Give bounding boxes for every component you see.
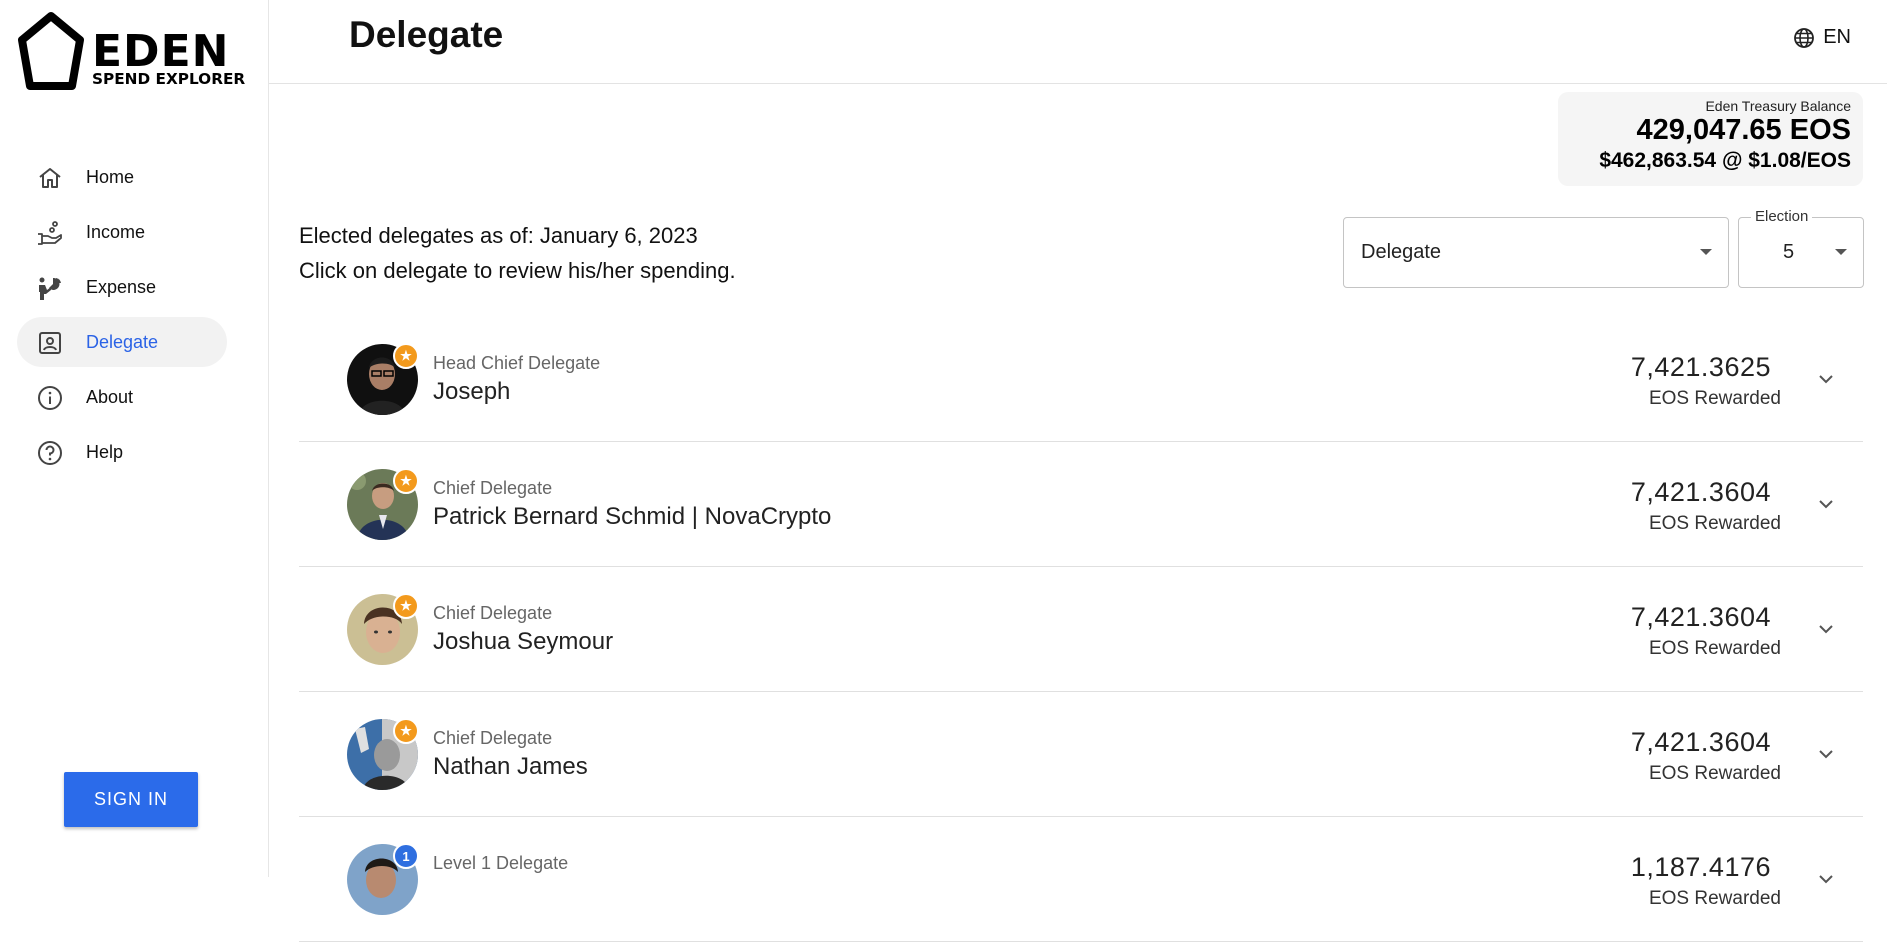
level-badge-icon: 1: [393, 843, 419, 869]
home-icon: [39, 168, 61, 188]
sidebar-item-label: Help: [86, 441, 124, 462]
info-icon: [38, 386, 62, 410]
sidebar-item-delegate[interactable]: Delegate: [17, 317, 227, 367]
reward-label: EOS Rewarded: [1648, 388, 1781, 409]
reward-label: EOS Rewarded: [1648, 888, 1781, 909]
treasury-balance-card: Eden Treasury Balance 429,047.65 EOS $46…: [1558, 92, 1863, 186]
delegate-role: Head Chief Delegate: [433, 353, 601, 373]
delegate-role: Chief Delegate: [433, 728, 553, 748]
view-select[interactable]: Delegate: [1343, 217, 1729, 288]
reward-amount: 7,421.3604: [1630, 477, 1771, 507]
delegate-role: Chief Delegate: [433, 603, 553, 623]
treasury-label: Eden Treasury Balance: [1705, 98, 1851, 114]
delegate-list: ★ Head Chief Delegate Joseph 7,421.3625 …: [299, 317, 1863, 942]
sidebar-item-label: Delegate: [86, 331, 159, 352]
sidebar-item-about[interactable]: About: [17, 372, 227, 422]
income-icon: [38, 221, 62, 245]
delegate-role: Level 1 Delegate: [433, 853, 569, 873]
star-badge-icon: ★: [393, 468, 419, 494]
reward-label: EOS Rewarded: [1648, 513, 1781, 534]
star-badge-icon: ★: [393, 343, 419, 369]
caret-down-icon: [1700, 249, 1712, 255]
chevron-down-icon[interactable]: [1817, 370, 1835, 388]
delegate-row[interactable]: ★ Chief Delegate Nathan James 7,421.3604…: [299, 692, 1863, 817]
brand-subtitle: SPEND EXPLORER: [92, 70, 246, 88]
sidebar-item-home[interactable]: Home: [17, 152, 227, 202]
top-header: Delegate EN: [269, 0, 1887, 84]
eden-logo[interactable]: EDEN SPEND EXPLORER: [16, 10, 246, 94]
language-selector[interactable]: EN: [1793, 26, 1851, 49]
page-title: Delegate: [349, 14, 504, 55]
star-badge-icon: ★: [393, 593, 419, 619]
sidebar-item-label: About: [86, 386, 134, 407]
chevron-down-icon[interactable]: [1817, 870, 1835, 888]
caret-down-icon: [1835, 249, 1847, 255]
election-select-value: 5: [1783, 241, 1795, 263]
delegate-icon: [39, 332, 61, 354]
delegate-name: Nathan James: [433, 753, 588, 780]
sidebar-item-income[interactable]: Income: [17, 207, 227, 257]
delegate-name: Patrick Bernard Schmid | NovaCrypto: [433, 503, 832, 530]
sidebar: EDEN SPEND EXPLORER Home Income Expense …: [0, 0, 269, 877]
chevron-down-icon[interactable]: [1817, 745, 1835, 763]
help-icon: [38, 441, 62, 465]
delegate-row[interactable]: ★ Chief Delegate Patrick Bernard Schmid …: [299, 442, 1863, 567]
reward-amount: 7,421.3604: [1630, 727, 1771, 757]
sidebar-item-label: Home: [86, 166, 135, 187]
brand-name: EDEN: [92, 26, 230, 77]
sidebar-nav: Home Income Expense Delegate About Help: [17, 152, 227, 482]
delegate-row[interactable]: 1 Level 1 Delegate 1,187.4176 EOS Reward…: [299, 817, 1863, 942]
sidebar-item-help[interactable]: Help: [17, 427, 227, 477]
treasury-eos: 429,047.65 EOS: [1636, 114, 1851, 146]
reward-amount: 7,421.3625: [1630, 352, 1771, 382]
chevron-down-icon[interactable]: [1817, 495, 1835, 513]
reward-amount: 1,187.4176: [1630, 852, 1771, 882]
sidebar-item-label: Expense: [86, 276, 157, 297]
elected-date-text: Elected delegates as of: January 6, 2023: [299, 223, 698, 248]
expense-icon: [39, 277, 61, 300]
sign-in-button[interactable]: SIGN IN: [64, 772, 198, 827]
delegate-role: Chief Delegate: [433, 478, 553, 498]
view-select-value: Delegate: [1361, 241, 1442, 263]
election-select[interactable]: Election 5: [1738, 208, 1864, 288]
delegate-name: Joseph: [433, 378, 511, 405]
globe-icon: [1794, 27, 1815, 48]
election-label: Election: [1751, 208, 1813, 225]
reward-label: EOS Rewarded: [1648, 638, 1781, 659]
delegate-name: Joshua Seymour: [433, 628, 614, 655]
reward-label: EOS Rewarded: [1648, 763, 1781, 784]
delegate-row[interactable]: ★ Head Chief Delegate Joseph 7,421.3625 …: [299, 317, 1863, 442]
instruction-text: Click on delegate to review his/her spen…: [299, 258, 736, 283]
star-badge-icon: ★: [393, 718, 419, 744]
reward-amount: 7,421.3604: [1630, 602, 1771, 632]
language-label: EN: [1823, 26, 1851, 48]
treasury-usd: $462,863.54 @ $1.08/EOS: [1599, 149, 1851, 172]
intro-text: Elected delegates as of: January 6, 2023…: [299, 218, 736, 288]
sidebar-item-expense[interactable]: Expense: [17, 262, 227, 312]
delegate-row[interactable]: ★ Chief Delegate Joshua Seymour 7,421.36…: [299, 567, 1863, 692]
sidebar-item-label: Income: [86, 221, 146, 242]
chevron-down-icon[interactable]: [1817, 620, 1835, 638]
pentagon-logo-icon: [18, 12, 84, 90]
